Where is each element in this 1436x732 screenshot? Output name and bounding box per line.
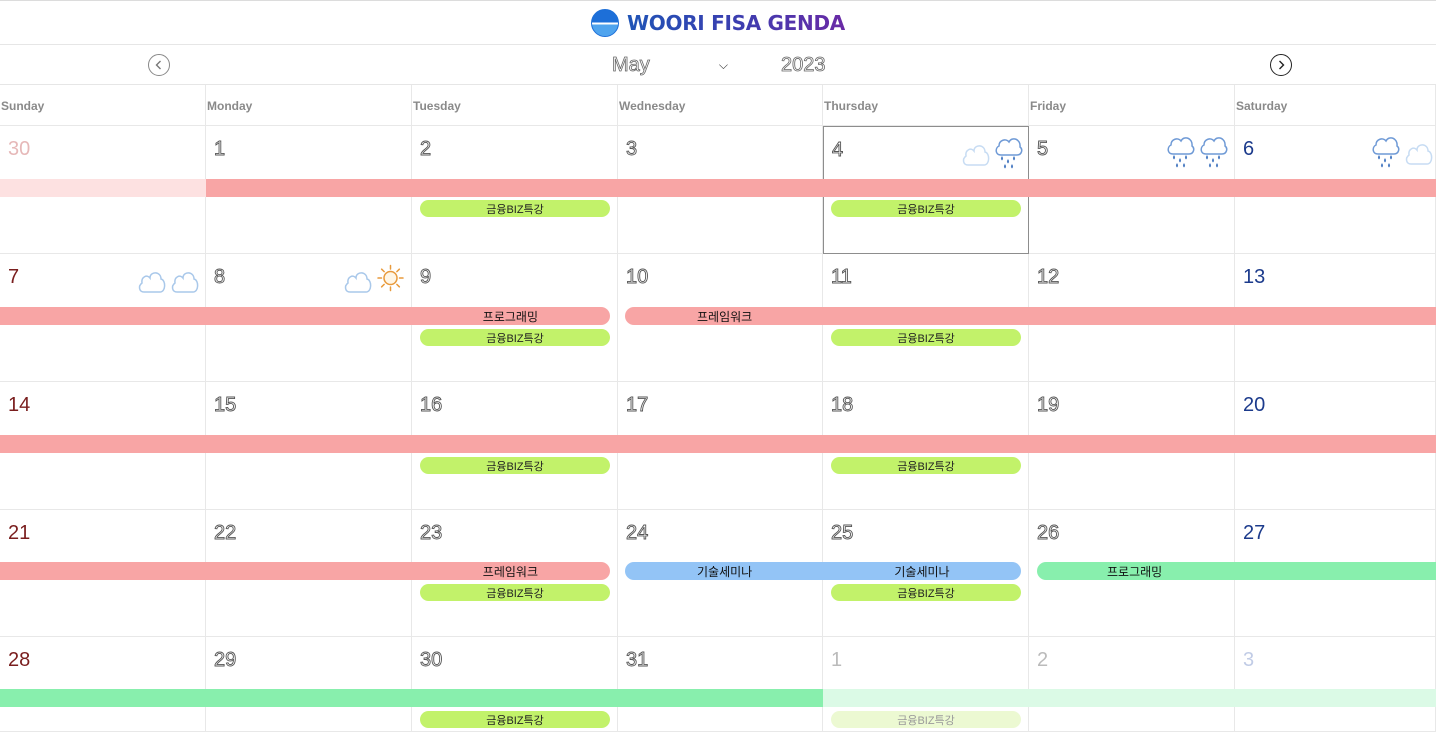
weekday-header-wednesday: Wednesday [618, 85, 823, 126]
day-number: 27 [1243, 522, 1266, 544]
event-pill-biz[interactable]: 금융BIZ특강 [420, 200, 610, 217]
event-bar-seminar[interactable]: 기술세미나 기술세미나 [625, 562, 1021, 580]
day-number: 11 [831, 266, 853, 289]
day-number: 19 [1037, 394, 1060, 417]
cloud-icon [138, 272, 166, 293]
day-number: 4 [832, 139, 844, 162]
day-number: 3 [626, 138, 638, 161]
day-number: 15 [214, 394, 237, 417]
day-cell[interactable]: 29 [206, 637, 412, 732]
weather-forecast [137, 262, 199, 298]
weekday-header-tuesday: Tuesday [412, 85, 618, 126]
day-cell[interactable]: 3 [1235, 637, 1436, 732]
event-pill-biz[interactable]: 금융BIZ특강 [420, 584, 610, 601]
day-cell[interactable]: 28 [0, 637, 206, 732]
event-pill-biz[interactable]: 금융BIZ특강 [420, 711, 610, 728]
event-pill-biz[interactable]: 금융BIZ특강 [420, 457, 610, 474]
day-number: 18 [831, 394, 854, 417]
calendar-grid: Sunday Monday Tuesday Wednesday Thursday Frid… [0, 85, 1436, 732]
day-number: 30 [420, 649, 443, 672]
day-number: 22 [214, 522, 237, 545]
day-number: 13 [1243, 266, 1266, 288]
month-select[interactable]: May ⌵ [612, 53, 732, 77]
day-number: 3 [1243, 649, 1255, 671]
rain-icon [995, 138, 1023, 169]
weekday-header-saturday: Saturday [1235, 85, 1436, 126]
event-bar[interactable] [0, 689, 823, 707]
app-header: WOORI FISA GENDA [0, 0, 1436, 45]
rain-icon [1200, 137, 1228, 168]
event-bar-faded[interactable] [0, 179, 206, 197]
cloud-icon [344, 272, 372, 293]
rain-icon [1167, 137, 1195, 168]
day-number: 16 [420, 394, 443, 417]
event-pill-biz[interactable]: 금융BIZ특강 [831, 200, 1021, 217]
weekday-header-friday: Friday [1029, 85, 1235, 126]
chevron-down-icon: ⌵ [718, 57, 728, 72]
day-number: 9 [420, 266, 432, 289]
next-month-button[interactable] [1270, 54, 1292, 76]
event-pill-biz[interactable]: 금융BIZ특강 [831, 329, 1021, 346]
weekday-header-thursday: Thursday [823, 85, 1029, 126]
month-value: May [612, 53, 651, 76]
day-number: 24 [626, 522, 649, 545]
day-cell[interactable]: 31 [618, 637, 823, 732]
event-pill-biz[interactable]: 금융BIZ특강 [420, 329, 610, 346]
woori-logo-icon [591, 8, 620, 37]
day-number: 2 [420, 138, 432, 161]
day-number: 1 [831, 649, 843, 671]
weather-forecast [1166, 134, 1228, 170]
weather-forecast [1371, 134, 1433, 170]
day-number: 21 [8, 522, 31, 544]
day-number: 10 [626, 266, 649, 289]
day-number: 31 [626, 649, 649, 672]
event-bar[interactable] [0, 435, 1436, 453]
day-number: 14 [8, 394, 31, 416]
weekday-header-monday: Monday [206, 85, 412, 126]
day-number: 8 [214, 266, 226, 289]
event-bar[interactable] [206, 179, 1436, 197]
weather-forecast [343, 262, 405, 298]
day-number: 5 [1037, 138, 1049, 161]
cloud-icon [962, 145, 990, 166]
day-number: 30 [8, 138, 31, 160]
day-number: 17 [626, 394, 649, 417]
day-number: 6 [1243, 138, 1255, 160]
event-bar-seminar-label: 기술세미나 [894, 564, 950, 579]
rain-icon [1372, 137, 1400, 168]
event-pill-biz[interactable]: 금융BIZ특강 [831, 457, 1021, 474]
weather-forecast [961, 135, 1023, 171]
day-number: 7 [8, 266, 20, 288]
day-number: 23 [420, 522, 443, 545]
year-value[interactable]: 2023 [781, 54, 826, 77]
day-number: 26 [1037, 522, 1060, 545]
day-number: 12 [1037, 266, 1060, 289]
event-bar-framework[interactable]: 프레임워크 [0, 562, 610, 580]
month-navigation: May ⌵ 2023 [0, 45, 1436, 85]
event-bar-programming[interactable]: 프로그래밍 [1037, 562, 1436, 580]
event-bar-framework[interactable]: 프레임워크 [625, 307, 1436, 325]
event-pill-biz-faded[interactable]: 금융BIZ특강 [831, 711, 1021, 728]
chevron-right-icon [1279, 60, 1285, 70]
day-number: 29 [214, 649, 237, 672]
cloud-icon [1405, 144, 1433, 165]
event-bar-programming[interactable]: 프로그래밍 [0, 307, 610, 325]
cloud-icon [171, 272, 199, 293]
app-title: WOORI FISA GENDA [627, 10, 845, 35]
event-bar-faded[interactable] [823, 689, 1436, 707]
prev-month-button[interactable] [148, 54, 170, 76]
day-number: 1 [214, 138, 226, 161]
event-pill-biz[interactable]: 금융BIZ특강 [831, 584, 1021, 601]
day-number: 25 [831, 522, 854, 545]
day-cell[interactable]: 2 [1029, 637, 1235, 732]
day-number: 28 [8, 649, 31, 671]
brand[interactable]: WOORI FISA GENDA [591, 8, 845, 37]
chevron-left-icon [155, 60, 161, 70]
weekday-header-sunday: Sunday [0, 85, 206, 126]
sun-icon [377, 264, 404, 292]
day-number: 20 [1243, 394, 1266, 416]
day-number: 2 [1037, 649, 1049, 671]
